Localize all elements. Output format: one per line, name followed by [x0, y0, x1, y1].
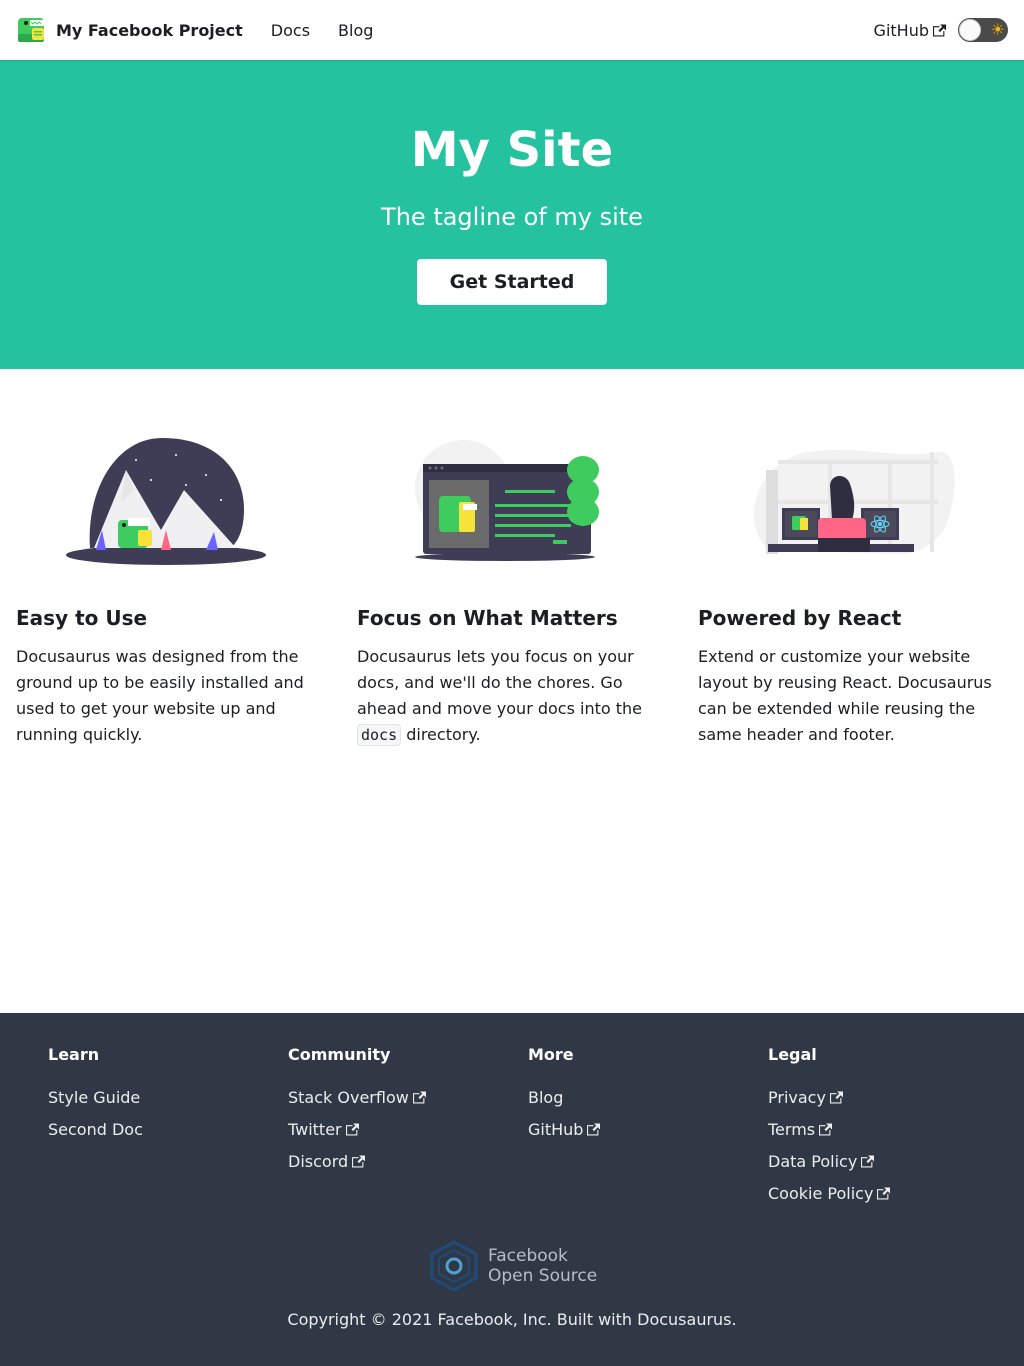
feature-title: Focus on What Matters: [357, 606, 618, 630]
nav-link-github[interactable]: GitHub: [874, 21, 946, 40]
feature-focus: Focus on What Matters Docusaurus lets yo…: [341, 430, 682, 748]
fb-os-line1: Facebook: [488, 1246, 568, 1266]
hero-title: My Site: [410, 122, 614, 178]
footer: Learn Style Guide Second Doc Community S…: [0, 1013, 1024, 1366]
footer-link-second-doc[interactable]: Second Doc: [48, 1119, 143, 1141]
footer-link-label: GitHub: [528, 1120, 584, 1139]
theme-toggle[interactable]: ☀: [958, 18, 1008, 42]
feature-description: Docusaurus lets you focus on your docs, …: [357, 644, 666, 748]
footer-link-label: Discord: [288, 1152, 349, 1171]
feature-text-after: directory.: [406, 725, 481, 744]
footer-column-title: More: [528, 1045, 574, 1064]
brand-link[interactable]: My Facebook Project: [16, 14, 243, 46]
footer-column-community: Community Stack Overflow Twitter Discord: [288, 1045, 426, 1173]
navbar: My Facebook Project Docs Blog GitHub ☀: [0, 0, 1024, 60]
hero-banner: My Site The tagline of my site Get Start…: [0, 60, 1024, 369]
external-link-icon: [587, 1123, 601, 1136]
fb-os-line2: Open Source: [488, 1266, 598, 1286]
toggle-knob: [959, 19, 981, 41]
footer-link-cookie-policy[interactable]: Cookie Policy: [768, 1183, 891, 1205]
footer-link-twitter[interactable]: Twitter: [288, 1119, 426, 1141]
feature-text-before: Docusaurus lets you focus on your docs, …: [357, 647, 643, 718]
nav-github-label: GitHub: [873, 20, 929, 40]
footer-link-label: Privacy: [768, 1088, 826, 1107]
footer-link-github[interactable]: GitHub: [528, 1119, 601, 1141]
navbar-right: GitHub ☀: [874, 18, 1008, 42]
footer-link-data-policy[interactable]: Data Policy: [768, 1151, 890, 1173]
external-link-icon: [412, 1091, 426, 1104]
get-started-button[interactable]: Get Started: [417, 259, 607, 305]
mountain-dinosaur-illustration: [65, 438, 266, 565]
feature-easy-to-use: Easy to Use Docusaurus was designed from…: [0, 430, 341, 748]
feature-description: Docusaurus was designed from the ground …: [16, 647, 304, 744]
external-link-icon: [861, 1155, 875, 1168]
facebook-open-source-text: Facebook Open Source: [488, 1246, 597, 1286]
footer-link-label: Data Policy: [768, 1152, 858, 1171]
footer-column-learn: Learn Style Guide Second Doc: [48, 1045, 143, 1141]
external-link-icon: [829, 1091, 843, 1104]
feature-title: Powered by React: [698, 606, 902, 630]
external-link-icon: [877, 1187, 891, 1200]
external-link-icon: [345, 1123, 359, 1136]
feature-description: Extend or customize your website layout …: [698, 647, 992, 744]
footer-link-terms[interactable]: Terms: [768, 1119, 890, 1141]
docs-code: docs: [357, 724, 402, 746]
external-link-icon: [352, 1155, 366, 1168]
facebook-open-source-icon: [430, 1240, 478, 1292]
footer-column-more: More Blog GitHub: [528, 1045, 601, 1141]
nav-link-blog[interactable]: Blog: [338, 21, 373, 40]
brand-title: My Facebook Project: [56, 20, 243, 40]
footer-link-label: Twitter: [288, 1120, 342, 1139]
react-desk-illustration: [753, 449, 955, 554]
footer-column-legal: Legal Privacy Terms Data Policy Cookie P…: [768, 1045, 891, 1205]
facebook-open-source-logo[interactable]: Facebook Open Source: [430, 1240, 597, 1292]
hero-tagline: The tagline of my site: [381, 203, 643, 231]
footer-column-title: Legal: [768, 1045, 817, 1064]
docusaurus-logo-icon: [18, 18, 44, 42]
footer-link-label: Stack Overflow: [288, 1088, 409, 1107]
feature-title: Easy to Use: [16, 606, 148, 630]
footer-link-stack-overflow[interactable]: Stack Overflow: [288, 1087, 426, 1109]
sun-icon: ☀: [990, 20, 1005, 39]
nav-link-docs[interactable]: Docs: [271, 21, 310, 40]
footer-link-privacy[interactable]: Privacy: [768, 1087, 890, 1109]
footer-link-label: Terms: [768, 1120, 816, 1139]
copyright: Copyright © 2021 Facebook, Inc. Built wi…: [287, 1310, 737, 1329]
footer-link-blog[interactable]: Blog: [528, 1087, 600, 1109]
tree-screen-illustration: [414, 440, 599, 561]
footer-column-title: Learn: [48, 1045, 100, 1064]
external-link-icon: [819, 1123, 833, 1136]
footer-link-discord[interactable]: Discord: [288, 1151, 426, 1173]
footer-column-title: Community: [288, 1045, 391, 1064]
footer-link-label: Cookie Policy: [768, 1184, 874, 1203]
external-link-icon: [933, 24, 946, 36]
footer-link-style-guide[interactable]: Style Guide: [48, 1087, 143, 1109]
feature-react: Powered by React Extend or customize you…: [682, 430, 1023, 748]
